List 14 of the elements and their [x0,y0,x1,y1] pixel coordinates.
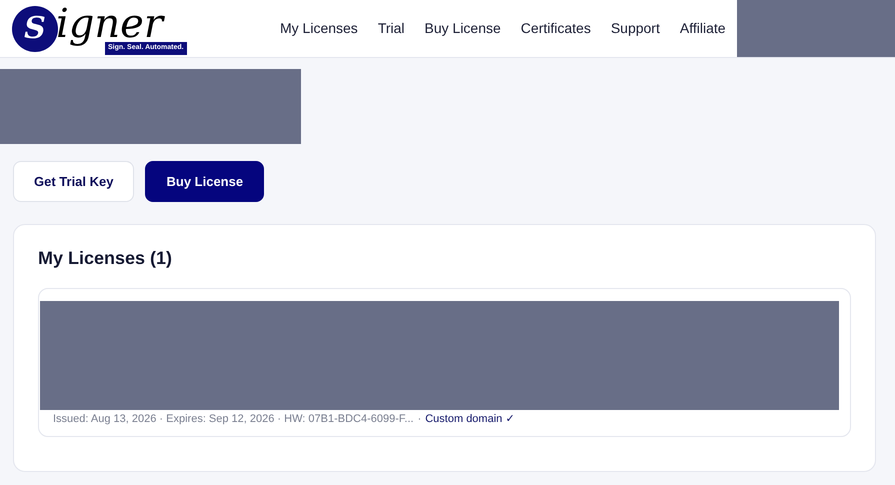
license-meta: Issued: Aug 13, 2026 · Expires: Sep 12, 2026 · HW: 07B1-BDC4-6099-F... [53,412,414,427]
nav-link[interactable]: Certificates [520,18,591,39]
buy-button[interactable]: Buy License [145,161,264,202]
separator: · [418,412,422,427]
logo-wordmark: igner [56,4,163,44]
trial-button[interactable]: Get Trial Key [13,161,134,202]
nav-link[interactable]: Affiliate [680,18,726,39]
nav-link[interactable]: Buy License [424,18,501,39]
nav-link[interactable]: Support [610,18,660,39]
nav-link[interactable]: Trial [378,18,405,39]
nav-link[interactable]: My Licenses [280,18,358,39]
logo-mark: S [12,6,58,52]
domain-status: Custom domain ✓ [425,412,514,427]
card-title: My Licenses (1) [38,247,174,270]
